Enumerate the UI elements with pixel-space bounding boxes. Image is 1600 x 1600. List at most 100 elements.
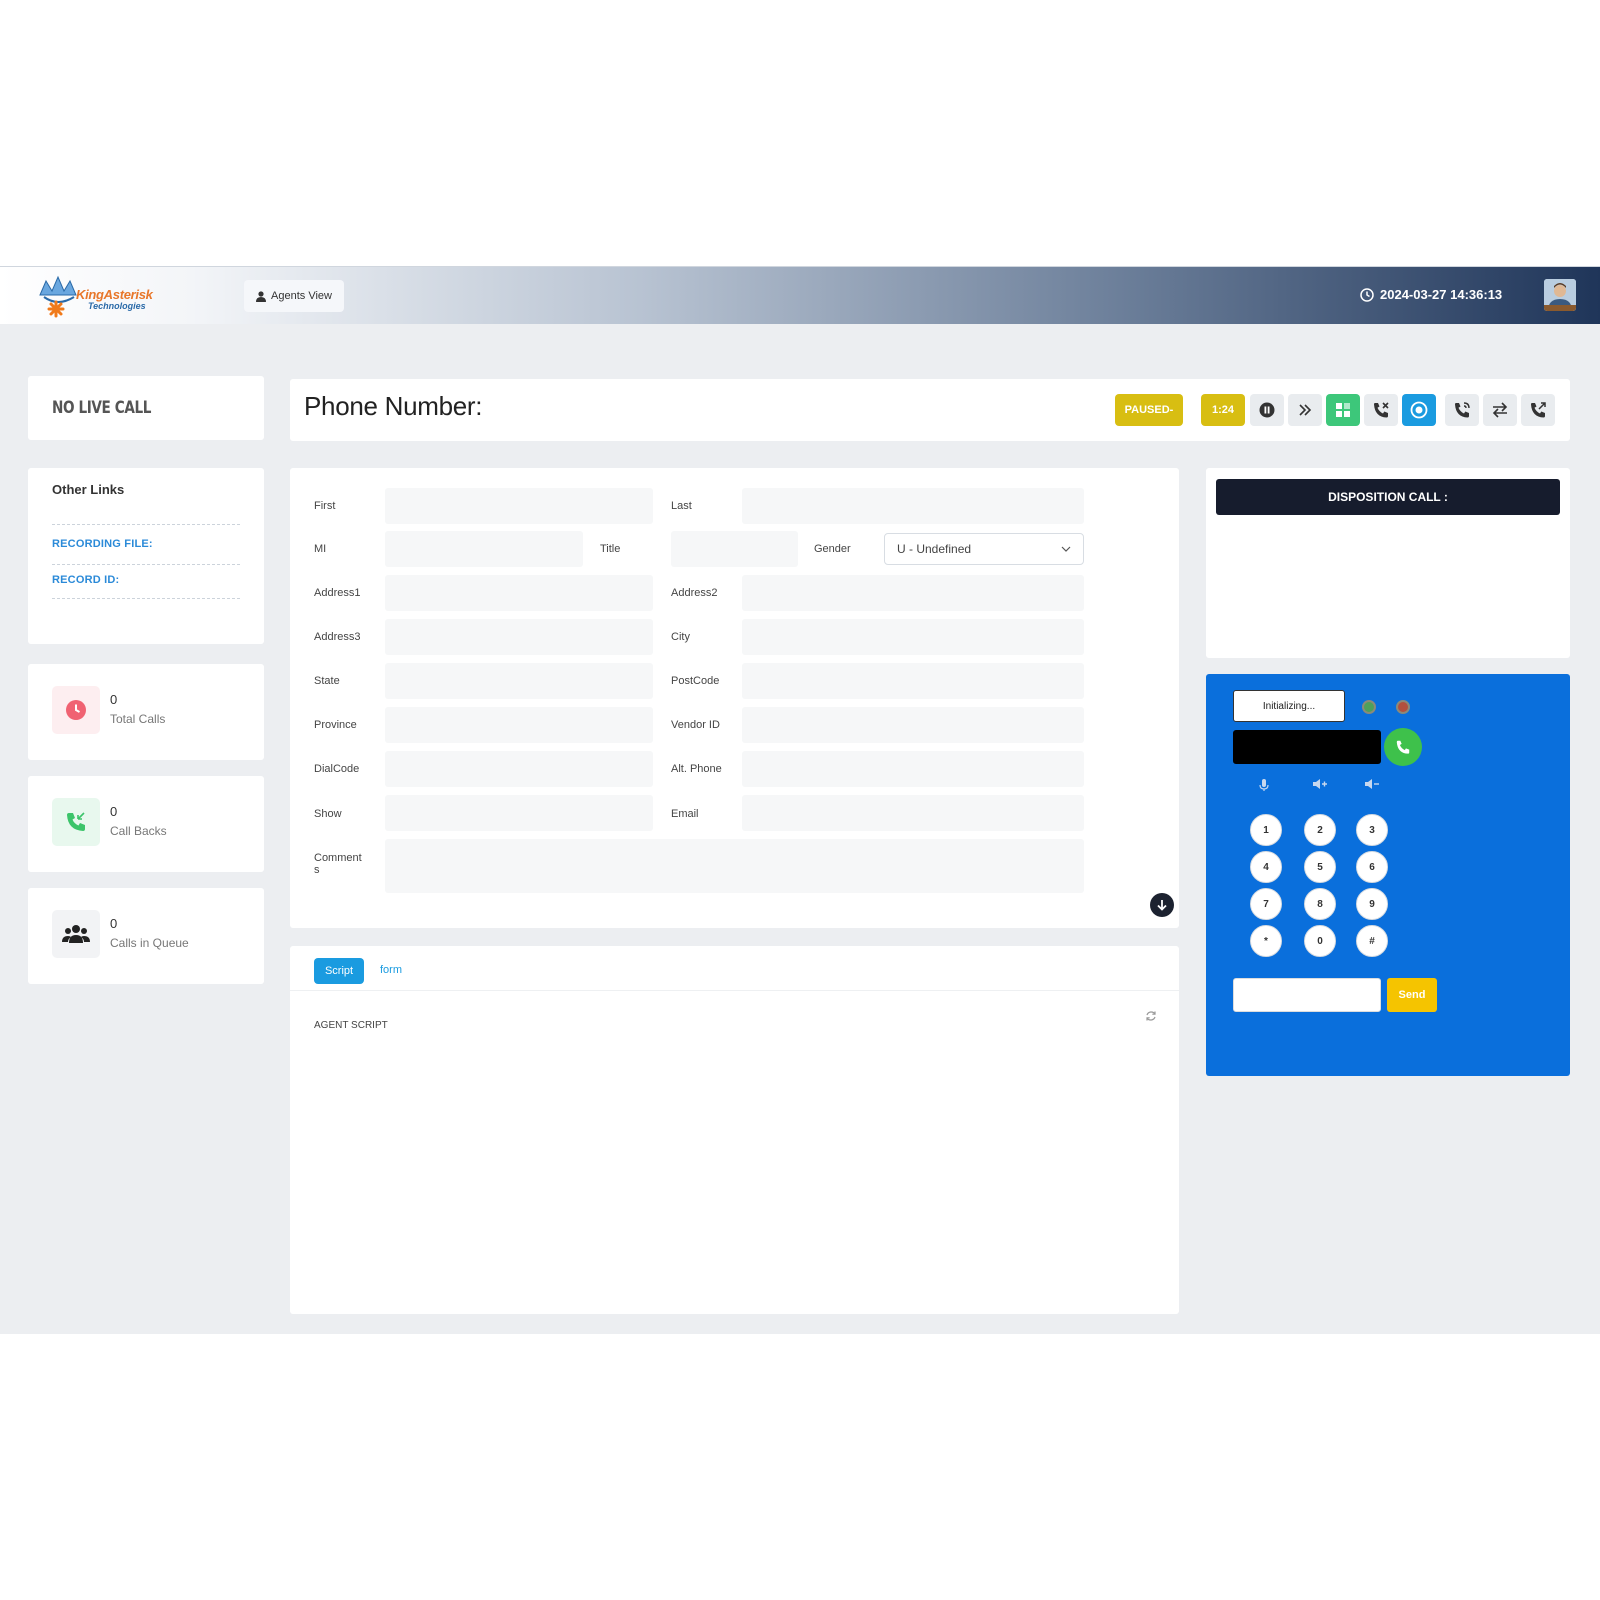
- transfer-button[interactable]: [1483, 394, 1517, 426]
- address2-input[interactable]: [742, 575, 1084, 611]
- agent-app: KingAsterisk Technologies Agents View 20…: [0, 266, 1600, 1334]
- keypad-key[interactable]: 6: [1356, 851, 1388, 883]
- dialcode-input[interactable]: [385, 751, 653, 787]
- phone-outgoing-icon: [1531, 402, 1546, 418]
- keypad-key[interactable]: 4: [1250, 851, 1282, 883]
- first-name-input[interactable]: [385, 488, 653, 524]
- tab-form[interactable]: form: [380, 964, 402, 976]
- avatar[interactable]: [1544, 279, 1576, 311]
- keypad-key[interactable]: 7: [1250, 888, 1282, 920]
- pause-button[interactable]: [1250, 394, 1284, 426]
- gender-select[interactable]: U - Undefined: [884, 533, 1084, 565]
- dial-call-button[interactable]: [1384, 728, 1422, 766]
- address1-input[interactable]: [385, 575, 653, 611]
- divider: [52, 524, 240, 525]
- next-call-button[interactable]: [1288, 394, 1322, 426]
- title-input[interactable]: [671, 531, 798, 567]
- hangup-button[interactable]: [1364, 394, 1398, 426]
- grid-icon: [1336, 403, 1350, 417]
- arrow-down-icon: [1157, 900, 1167, 911]
- grid-button[interactable]: [1326, 394, 1360, 426]
- total-calls-count: 0: [110, 692, 118, 707]
- divider: [52, 598, 240, 599]
- last-name-input[interactable]: [742, 488, 1084, 524]
- keypad-key[interactable]: 2: [1304, 814, 1336, 846]
- softphone-status: Initializing...: [1233, 690, 1345, 722]
- keypad-key[interactable]: *: [1250, 925, 1282, 957]
- calls-in-queue-card: 0 Calls in Queue: [28, 888, 264, 984]
- user-avatar-icon: [1544, 279, 1576, 311]
- keypad-key[interactable]: 8: [1304, 888, 1336, 920]
- phone-icon: [1396, 740, 1410, 754]
- script-panel: Script form AGENT SCRIPT: [290, 946, 1179, 1314]
- call-hangup-icon: [1374, 402, 1389, 418]
- volume-up-icon[interactable]: [1312, 778, 1328, 790]
- status-led-red-icon: [1396, 700, 1410, 714]
- dtmf-input[interactable]: [1233, 978, 1381, 1012]
- other-links-title: Other Links: [52, 482, 125, 497]
- no-live-call-card: NO LIVE CALL: [28, 376, 264, 440]
- agent-script-heading: AGENT SCRIPT: [314, 1020, 388, 1031]
- dialcode-label: DialCode: [314, 763, 360, 775]
- volume-down-icon[interactable]: [1364, 778, 1380, 790]
- tab-divider: [290, 990, 1179, 991]
- call-backs-count: 0: [110, 804, 118, 819]
- company-logo[interactable]: KingAsterisk Technologies: [36, 273, 156, 319]
- record-id-link[interactable]: RECORD ID:: [52, 574, 119, 586]
- city-label: City: [671, 631, 690, 643]
- keypad-key[interactable]: 9: [1356, 888, 1388, 920]
- disposition-call-button[interactable]: DISPOSITION CALL :: [1216, 479, 1560, 515]
- clock-icon: [52, 686, 100, 734]
- comments-label-line1: Comment: [314, 852, 362, 864]
- recording-file-link[interactable]: RECORDING FILE:: [52, 538, 153, 550]
- keypad-key[interactable]: 1: [1250, 814, 1282, 846]
- postcode-label: PostCode: [671, 675, 720, 687]
- comments-label: Comment s: [314, 852, 362, 876]
- outbound-call-button[interactable]: [1521, 394, 1555, 426]
- gender-value: U - Undefined: [897, 542, 972, 556]
- mi-input[interactable]: [385, 531, 583, 567]
- crown-logo-icon: [39, 275, 77, 318]
- microphone-icon[interactable]: [1258, 778, 1270, 792]
- province-label: Province: [314, 719, 357, 731]
- province-input[interactable]: [385, 707, 653, 743]
- comments-textarea[interactable]: [385, 839, 1084, 893]
- agents-view-button[interactable]: Agents View: [244, 280, 344, 312]
- mi-label: MI: [314, 543, 327, 555]
- first-label: First: [314, 500, 336, 512]
- paused-status-button[interactable]: PAUSED-: [1115, 394, 1183, 426]
- call-backs-label: Call Backs: [110, 824, 167, 838]
- chevron-down-icon: [1061, 546, 1071, 552]
- address1-label: Address1: [314, 587, 361, 599]
- state-input[interactable]: [385, 663, 653, 699]
- email-input[interactable]: [742, 795, 1084, 831]
- alt-phone-input[interactable]: [742, 751, 1084, 787]
- no-live-call-text: NO LIVE CALL: [52, 398, 151, 418]
- agents-view-label: Agents View: [271, 290, 332, 302]
- postcode-input[interactable]: [742, 663, 1084, 699]
- keypad-key[interactable]: 5: [1304, 851, 1336, 883]
- send-button[interactable]: Send: [1387, 978, 1437, 1012]
- refresh-icon[interactable]: [1145, 1010, 1157, 1022]
- datetime-text: 2024-03-27 14:36:13: [1380, 287, 1503, 302]
- tab-script[interactable]: Script: [314, 958, 364, 984]
- total-calls-label: Total Calls: [110, 712, 166, 726]
- address3-input[interactable]: [385, 619, 653, 655]
- dial-number-display[interactable]: [1233, 730, 1381, 764]
- title-label: Title: [600, 543, 621, 555]
- call-button[interactable]: [1445, 394, 1479, 426]
- show-input[interactable]: [385, 795, 653, 831]
- transfer-icon: [1492, 402, 1508, 418]
- keypad-key[interactable]: #: [1356, 925, 1388, 957]
- record-button[interactable]: [1402, 394, 1436, 426]
- logo-subtitle: Technologies: [88, 301, 146, 311]
- keypad-key[interactable]: 3: [1356, 814, 1388, 846]
- scroll-down-button[interactable]: [1150, 893, 1174, 917]
- phone-number-title: Phone Number:: [304, 391, 483, 421]
- vendor-id-input[interactable]: [742, 707, 1084, 743]
- last-label: Last: [671, 500, 692, 512]
- keypad-key[interactable]: 0: [1304, 925, 1336, 957]
- calls-in-queue-count: 0: [110, 916, 118, 931]
- city-input[interactable]: [742, 619, 1084, 655]
- timer-badge[interactable]: 1:24: [1201, 394, 1245, 426]
